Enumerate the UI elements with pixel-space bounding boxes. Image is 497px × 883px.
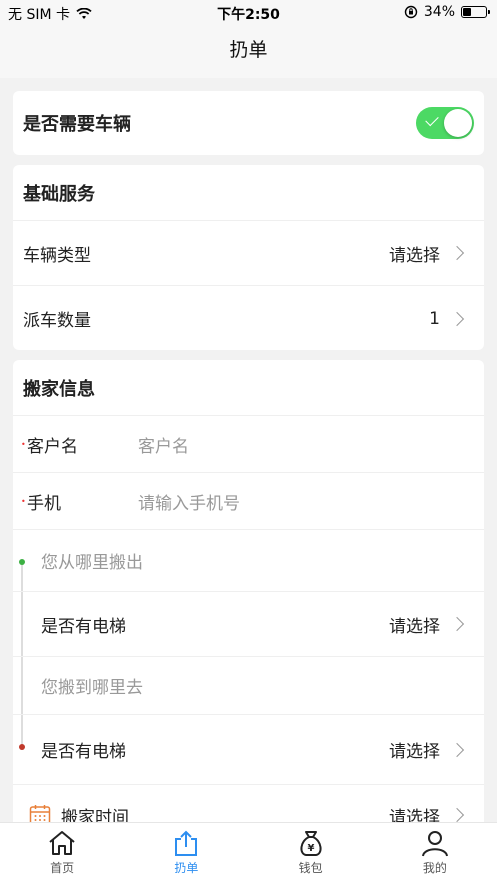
need-vehicle-row: 是否需要车辆 — [13, 91, 484, 155]
dispatch-count-row[interactable]: 派车数量 1 — [13, 286, 484, 351]
toggle-knob — [444, 109, 472, 137]
tab-label: 扔单 — [174, 861, 199, 875]
tab-mine[interactable]: 我的 — [373, 823, 497, 883]
tab-dispatch[interactable]: 扔单 — [124, 823, 248, 883]
from-elevator-row[interactable]: 是否有电梯 请选择 — [13, 592, 484, 657]
customer-input[interactable]: 客户名 — [138, 432, 189, 457]
battery-icon — [461, 6, 490, 18]
from-address-row[interactable]: 您从哪里搬出 — [13, 530, 484, 592]
vehicle-card: 是否需要车辆 — [13, 91, 484, 155]
from-elevator-label: 是否有电梯 — [41, 616, 126, 637]
phone-label: 手机 — [27, 493, 61, 514]
need-vehicle-label: 是否需要车辆 — [23, 114, 131, 135]
to-elevator-value: 请选择 — [389, 742, 440, 762]
tab-bar: 首页 扔单 ¥ 钱包 我的 — [0, 822, 497, 883]
section-title: 搬家信息 — [23, 378, 95, 400]
to-elevator-label: 是否有电梯 — [41, 742, 126, 762]
tab-label: 首页 — [50, 861, 75, 875]
wallet-icon: ¥ — [300, 831, 322, 856]
status-bar: 无 SIM 卡 下午2:50 34% — [0, 0, 497, 26]
required-marker: • — [21, 439, 26, 449]
home-icon — [49, 831, 75, 855]
dispatch-count-label: 派车数量 — [23, 311, 91, 331]
basic-service-card: 基础服务 车辆类型 请选择 派车数量 1 — [13, 165, 484, 350]
orientation-lock-icon — [404, 5, 418, 19]
from-address-input[interactable]: 您从哪里搬出 — [41, 548, 143, 573]
to-elevator-row[interactable]: 是否有电梯 请选择 — [13, 715, 484, 785]
tab-label: 钱包 — [298, 861, 323, 875]
customer-row: • 客户名 客户名 — [13, 416, 484, 473]
to-address-input[interactable]: 您搬到哪里去 — [41, 673, 143, 698]
tab-wallet[interactable]: ¥ 钱包 — [249, 823, 373, 883]
vehicle-type-row[interactable]: 车辆类型 请选择 — [13, 221, 484, 286]
need-vehicle-toggle[interactable] — [416, 107, 474, 139]
chevron-right-icon — [449, 616, 465, 632]
check-icon — [425, 112, 439, 127]
nav-bar: 扔单 — [0, 26, 497, 78]
basic-service-header: 基础服务 — [13, 165, 484, 221]
phone-row: • 手机 请输入手机号 — [13, 473, 484, 530]
vehicle-type-value: 请选择 — [389, 245, 440, 266]
share-icon — [175, 830, 198, 856]
tab-home[interactable]: 首页 — [0, 823, 124, 883]
phone-input[interactable]: 请输入手机号 — [138, 489, 240, 514]
required-marker: • — [21, 496, 26, 506]
chevron-right-icon — [449, 742, 465, 757]
battery-percent: 34% — [423, 4, 455, 20]
chevron-right-icon — [449, 245, 465, 261]
dispatch-count-value: 1 — [429, 308, 440, 329]
section-title: 基础服务 — [23, 183, 95, 205]
from-elevator-value: 请选择 — [389, 616, 440, 637]
moving-info-card: 搬家信息 • 客户名 客户名 • 手机 请输入手机号 您从哪里搬出 是否有电梯 … — [13, 360, 484, 830]
chevron-right-icon — [449, 807, 465, 823]
tab-label: 我的 — [422, 861, 447, 875]
chevron-right-icon — [449, 311, 465, 326]
customer-label: 客户名 — [27, 436, 78, 457]
vehicle-type-label: 车辆类型 — [23, 245, 91, 266]
moving-info-header: 搬家信息 — [13, 360, 484, 416]
page-title: 扔单 — [229, 39, 268, 61]
to-address-row[interactable]: 您搬到哪里去 — [13, 657, 484, 715]
svg-text:¥: ¥ — [307, 843, 314, 854]
user-icon — [421, 831, 448, 857]
